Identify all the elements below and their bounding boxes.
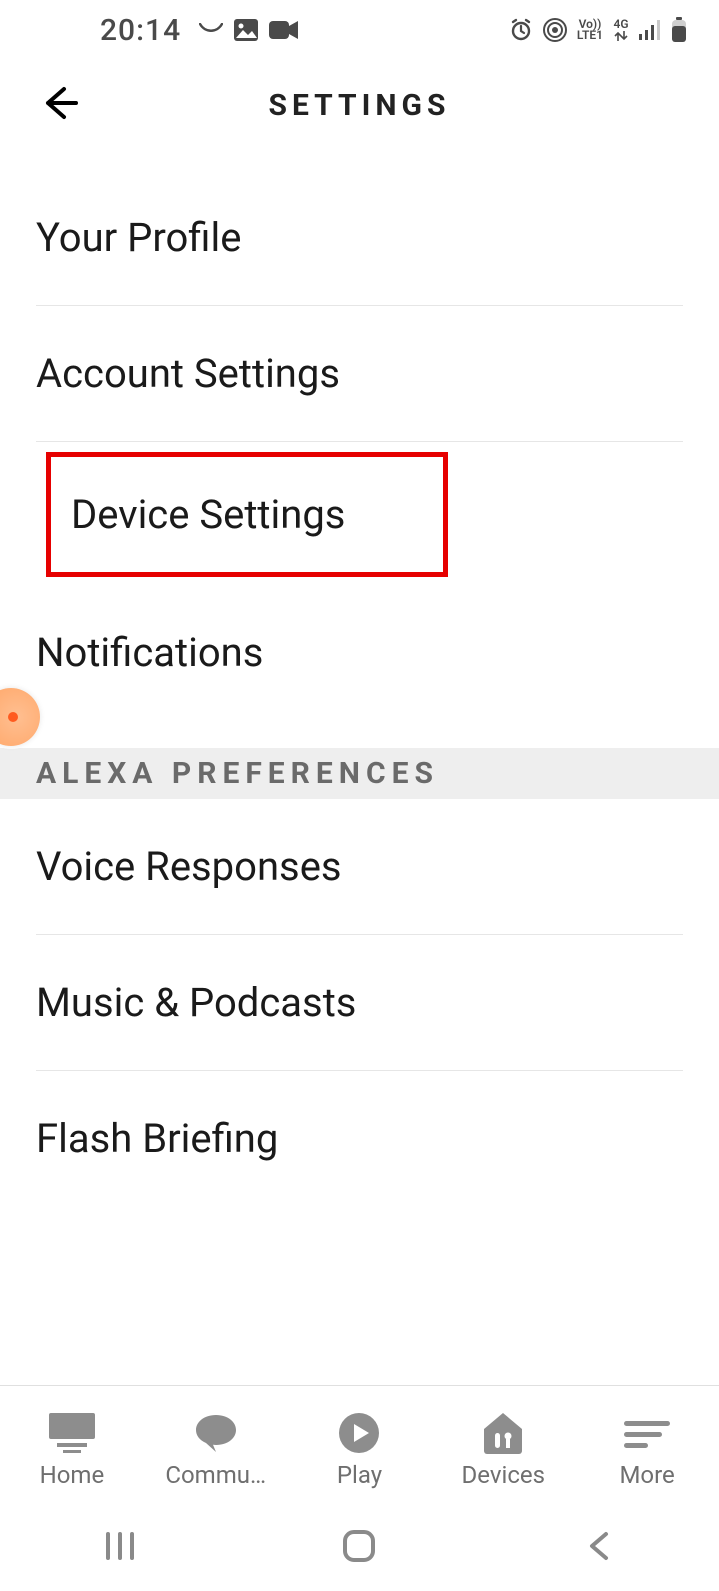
list-item-label: Voice Responses bbox=[36, 843, 342, 890]
hotspot-icon bbox=[543, 18, 567, 42]
network-gen-indicator: 4G bbox=[613, 19, 629, 42]
status-left: 20:14 bbox=[100, 13, 299, 48]
system-nav-bar bbox=[0, 1505, 719, 1591]
status-time: 20:14 bbox=[100, 13, 181, 48]
tab-label: Home bbox=[6, 1461, 138, 1489]
back-nav-icon bbox=[586, 1530, 612, 1566]
settings-item-your-profile[interactable]: Your Profile bbox=[36, 170, 683, 306]
tab-label: Devices bbox=[437, 1461, 569, 1489]
list-item-label: Device Settings bbox=[71, 491, 345, 538]
preferences-item-flash-briefing[interactable]: Flash Briefing bbox=[36, 1071, 683, 1206]
status-bar: 20:14 Vo)) LTE1 4G bbox=[0, 0, 719, 60]
preferences-item-music-podcasts[interactable]: Music & Podcasts bbox=[36, 935, 683, 1071]
bottom-tab-bar: Home Commu… Play Devices More bbox=[0, 1385, 719, 1505]
recent-apps-icon bbox=[102, 1530, 138, 1566]
list-item-label: Music & Podcasts bbox=[36, 979, 356, 1026]
tab-more[interactable]: More bbox=[577, 1403, 717, 1489]
tab-label: More bbox=[581, 1461, 713, 1489]
status-right: Vo)) LTE1 4G bbox=[509, 17, 687, 43]
more-icon bbox=[622, 1411, 672, 1455]
list-item-label: Account Settings bbox=[36, 350, 340, 397]
list-item-label: Your Profile bbox=[36, 214, 241, 261]
battery-icon bbox=[671, 17, 687, 43]
list-item-label: Notifications bbox=[36, 629, 263, 676]
list-item-label: Flash Briefing bbox=[36, 1115, 278, 1162]
tab-communicate[interactable]: Commu… bbox=[146, 1403, 286, 1489]
signal-icon bbox=[639, 20, 661, 40]
alarm-icon bbox=[509, 18, 533, 42]
chat-icon bbox=[194, 1411, 238, 1455]
sys-recent-button[interactable] bbox=[80, 1523, 160, 1573]
tab-devices[interactable]: Devices bbox=[433, 1403, 573, 1489]
image-icon bbox=[233, 18, 259, 42]
settings-item-notifications[interactable]: Notifications bbox=[36, 585, 683, 720]
tab-home[interactable]: Home bbox=[2, 1403, 142, 1489]
app-header: SETTINGS bbox=[0, 60, 719, 150]
amazon-smile-icon bbox=[199, 23, 223, 37]
tab-label: Commu… bbox=[150, 1461, 282, 1489]
arrow-left-icon bbox=[40, 83, 80, 127]
preferences-item-voice-responses[interactable]: Voice Responses bbox=[36, 799, 683, 935]
volte-indicator: Vo)) LTE1 bbox=[577, 19, 603, 41]
home-nav-icon bbox=[342, 1529, 376, 1567]
tab-play[interactable]: Play bbox=[289, 1403, 429, 1489]
sys-back-button[interactable] bbox=[559, 1523, 639, 1573]
settings-item-account-settings[interactable]: Account Settings bbox=[36, 306, 683, 442]
back-button[interactable] bbox=[36, 81, 84, 129]
settings-main: Your Profile Account Settings Device Set… bbox=[0, 150, 719, 1206]
settings-group: Your Profile Account Settings Device Set… bbox=[36, 170, 683, 720]
tab-label: Play bbox=[293, 1461, 425, 1489]
settings-item-device-settings[interactable]: Device Settings bbox=[46, 452, 448, 577]
preferences-group: Voice Responses Music & Podcasts Flash B… bbox=[36, 799, 683, 1206]
video-icon bbox=[269, 19, 299, 41]
play-icon bbox=[337, 1411, 381, 1455]
page-title: SETTINGS bbox=[269, 88, 451, 123]
section-header-alexa-preferences: ALEXA PREFERENCES bbox=[0, 748, 719, 799]
devices-icon bbox=[480, 1411, 526, 1455]
home-icon bbox=[49, 1411, 95, 1455]
sys-home-button[interactable] bbox=[319, 1523, 399, 1573]
